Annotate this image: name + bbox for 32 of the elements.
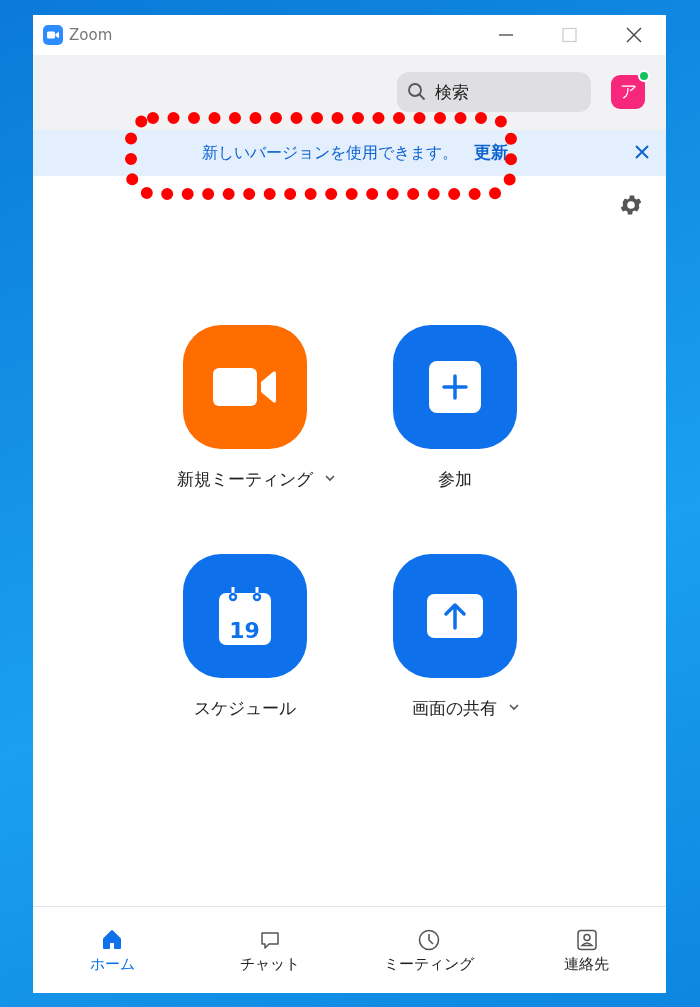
calendar-icon	[218, 587, 271, 645]
plus-icon	[428, 361, 481, 413]
search-icon	[407, 82, 427, 102]
tile-label: スケジュール	[193, 698, 296, 718]
caret-icon[interactable]	[324, 475, 335, 482]
schedule-button[interactable]: 19	[182, 554, 307, 678]
share-screen-button[interactable]	[392, 554, 517, 678]
tile-label: 新規ミーティング	[176, 469, 313, 489]
caret-icon[interactable]	[509, 704, 519, 711]
update-message: 新しいバージョンを使用できます。	[201, 142, 458, 164]
home-icon	[101, 929, 124, 951]
minimize-icon	[499, 34, 513, 36]
search-field[interactable]: 検索	[397, 72, 591, 112]
nav-tab[interactable]: 連絡先	[507, 907, 666, 993]
nav-tab[interactable]: ホーム	[33, 907, 192, 993]
avatar[interactable]: ア	[611, 75, 645, 109]
new-meeting-button[interactable]	[182, 325, 307, 449]
calendar-day: 19	[227, 620, 262, 642]
update-link[interactable]: 更新	[473, 140, 508, 166]
nav-tab[interactable]: チャット	[191, 907, 350, 993]
chat-bubble-icon	[259, 929, 282, 951]
window-title: Zoom	[69, 24, 113, 46]
tile-label: 参加	[437, 469, 472, 489]
join-button[interactable]	[392, 325, 517, 449]
tile-label: 画面の共有	[412, 698, 497, 718]
zoom-logo-icon	[43, 25, 63, 45]
nav-tab[interactable]: ミーティング	[349, 907, 508, 993]
maximize-icon	[561, 27, 579, 43]
clock-icon	[417, 929, 440, 951]
video-camera-icon	[212, 368, 277, 406]
contact-card-icon	[575, 929, 598, 951]
close-icon	[625, 27, 643, 43]
